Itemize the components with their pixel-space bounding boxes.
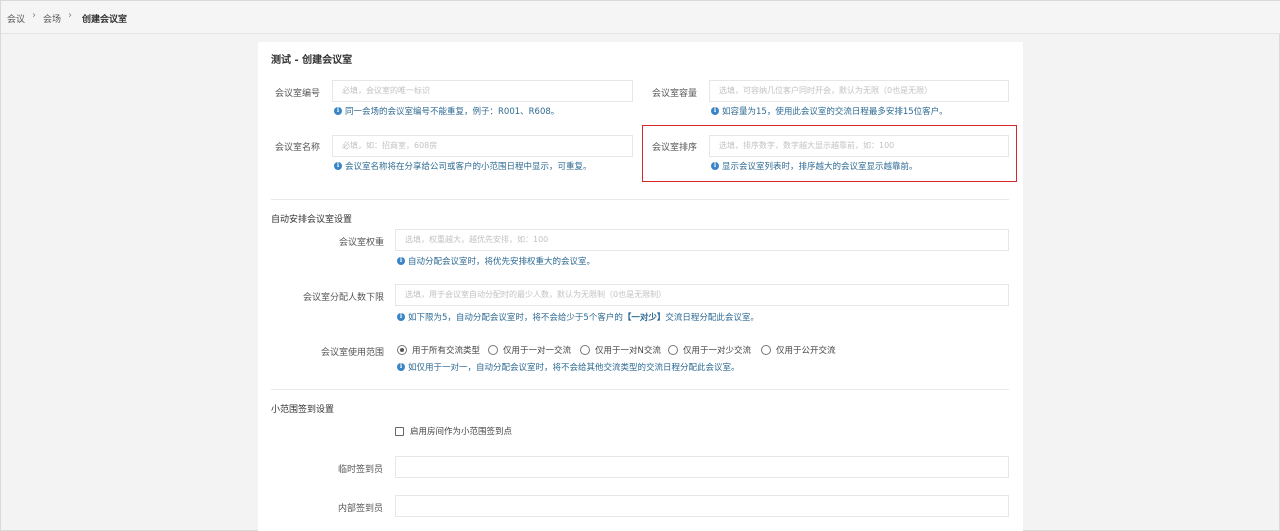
info-icon: i xyxy=(334,107,342,115)
chevron-right-icon: › xyxy=(68,10,72,21)
radio-unchecked-icon[interactable] xyxy=(488,345,498,355)
info-icon: i xyxy=(397,363,405,371)
enable-checkin-checkbox[interactable]: 启用房间作为小范围签到点 xyxy=(395,425,512,437)
scope-option-one-to-few[interactable]: 仅用于一对少交流 xyxy=(668,344,751,356)
scope-help: i 如仅用于一对一，自动分配会议室时，将不会给其他交流类型的交流日程分配此会议室… xyxy=(397,361,740,373)
info-icon: i xyxy=(397,313,405,321)
room-number-help: i 同一会场的会议室编号不能重复，例子：R001、R608。 xyxy=(334,105,559,117)
room-name-help-text: 会议室名称将在分享给公司或客户的小范围日程中显示，可重复。 xyxy=(345,162,592,172)
weight-help-text: 自动分配会议室时，将优先安排权重大的会议室。 xyxy=(408,257,596,267)
sort-order-help: i 显示会议室列表时，排序越大的会议室显示越靠前。 xyxy=(711,160,918,172)
info-icon: i xyxy=(711,107,719,115)
temp-checker-input[interactable] xyxy=(395,456,1009,478)
min-people-help-emphasis: 【一对少】 xyxy=(622,313,666,323)
capacity-input[interactable]: 选填，可容纳几位客户同时开会，默认为无限（0也是无限） xyxy=(709,80,1009,102)
scope-option-label: 用于所有交流类型 xyxy=(412,346,481,356)
min-people-input[interactable]: 选填，用于会议室自动分配时的最少人数，默认为无限制（0也是无限制） xyxy=(395,284,1009,306)
radio-unchecked-icon[interactable] xyxy=(580,345,590,355)
capacity-label: 会议室容量 xyxy=(652,89,698,99)
scope-option-label: 仅用于一对一交流 xyxy=(503,346,572,356)
scope-label: 会议室使用范围 xyxy=(321,348,385,358)
room-name-label: 会议室名称 xyxy=(275,143,321,153)
sort-order-label: 会议室排序 xyxy=(652,143,698,153)
scope-option-label: 仅用于公开交流 xyxy=(776,346,836,356)
scope-option-all[interactable]: 用于所有交流类型 xyxy=(397,344,480,356)
temp-checker-label: 临时签到员 xyxy=(338,465,384,475)
internal-checker-label: 内部签到员 xyxy=(338,504,384,514)
weight-help: i 自动分配会议室时，将优先安排权重大的会议室。 xyxy=(397,255,595,267)
capacity-help-text: 如容量为15，使用此会议室的交流日程最多安排15位客户。 xyxy=(722,107,948,117)
scope-option-one-on-one[interactable]: 仅用于一对一交流 xyxy=(488,344,571,356)
capacity-help: i 如容量为15，使用此会议室的交流日程最多安排15位客户。 xyxy=(711,105,948,117)
breadcrumb-item-meeting[interactable]: 会议 xyxy=(7,12,25,25)
internal-checker-input[interactable] xyxy=(395,495,1009,517)
scope-option-label: 仅用于一对N交流 xyxy=(595,346,661,356)
radio-unchecked-icon[interactable] xyxy=(761,345,771,355)
radio-checked-icon[interactable] xyxy=(397,345,407,355)
chevron-right-icon: › xyxy=(32,10,36,21)
scope-option-label: 仅用于一对少交流 xyxy=(683,346,752,356)
info-icon: i xyxy=(397,257,405,265)
min-people-help: i 如下限为5，自动分配会议室时，将不会给少于5个客户的 【一对少】 交流日程分… xyxy=(397,311,759,323)
page-title: 测试 - 创建会议室 xyxy=(271,55,353,66)
scope-option-public[interactable]: 仅用于公开交流 xyxy=(761,344,836,356)
auto-section-title: 自动安排会议室设置 xyxy=(271,215,353,225)
scope-help-text: 如仅用于一对一，自动分配会议室时，将不会给其他交流类型的交流日程分配此会议室。 xyxy=(408,363,740,373)
radio-unchecked-icon[interactable] xyxy=(668,345,678,355)
section-divider xyxy=(271,389,1009,390)
room-number-input[interactable]: 必填，会议室的唯一标识 xyxy=(332,80,633,102)
breadcrumb-item-current: 创建会议室 xyxy=(82,15,128,25)
scope-option-one-to-n[interactable]: 仅用于一对N交流 xyxy=(580,344,661,356)
weight-label: 会议室权重 xyxy=(339,238,385,248)
checkin-section-title: 小范围签到设置 xyxy=(271,405,335,415)
min-people-label: 会议室分配人数下限 xyxy=(303,293,385,303)
checkbox-icon[interactable] xyxy=(395,426,404,436)
enable-checkin-label: 启用房间作为小范围签到点 xyxy=(410,427,513,437)
min-people-help-text: 如下限为5，自动分配会议室时，将不会给少于5个客户的 xyxy=(408,313,623,323)
sort-order-help-text: 显示会议室列表时，排序越大的会议室显示越靠前。 xyxy=(722,162,918,172)
info-icon: i xyxy=(711,162,719,170)
sort-order-input[interactable]: 选填，排序数字，数字越大显示越靠前，如：100 xyxy=(709,135,1009,157)
breadcrumb: 会议 › 会场 › 创建会议室 xyxy=(1,1,1280,34)
weight-input[interactable]: 选填，权重越大，越优先安排，如：100 xyxy=(395,229,1009,251)
breadcrumb-item-venue[interactable]: 会场 xyxy=(43,12,61,25)
room-name-help: i 会议室名称将在分享给公司或客户的小范围日程中显示，可重复。 xyxy=(334,160,592,172)
room-name-input[interactable]: 必填，如：招商室，608房 xyxy=(332,135,633,157)
min-people-help-suffix: 交流日程分配此会议室。 xyxy=(665,313,759,323)
section-divider xyxy=(271,199,1009,200)
room-number-label: 会议室编号 xyxy=(275,89,321,99)
room-number-help-text: 同一会场的会议室编号不能重复，例子：R001、R608。 xyxy=(345,107,560,117)
info-icon: i xyxy=(334,162,342,170)
